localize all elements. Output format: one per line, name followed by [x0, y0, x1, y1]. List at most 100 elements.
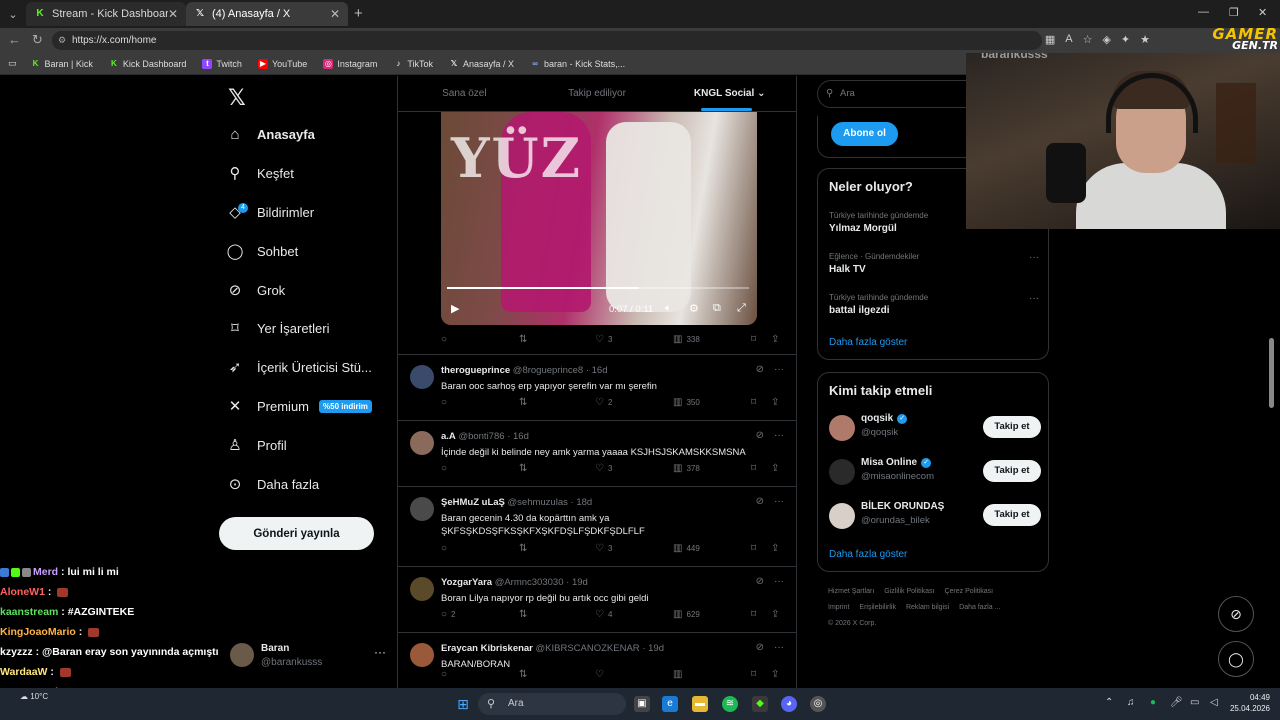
footer-link[interactable]: Reklam bilgisi [906, 604, 949, 611]
repost-button[interactable]: ⇅ [519, 609, 531, 620]
share-button[interactable]: ⇪ [771, 543, 783, 554]
like-button[interactable]: ♡ [595, 669, 608, 680]
apps-icon[interactable]: ▦ [1045, 33, 1055, 46]
footer-link[interactable]: Imprint [828, 604, 849, 611]
reply-button[interactable]: ○ 2 [441, 609, 456, 620]
views-button[interactable]: ▥ 449 [673, 543, 700, 554]
video-player[interactable]: YÜZ ▶ 0:07 / 0:11 🔈︎ ⚙ ⧉ ⤢ [441, 112, 757, 325]
bookmark-kick-dashboard[interactable]: K Kick Dashboard [109, 59, 186, 69]
volume-icon[interactable]: 🔈︎ [665, 302, 672, 315]
nav-notifications[interactable]: ◇ 4 Bildirimler [226, 198, 314, 226]
tweet-author-name[interactable]: Eraycan Kibriskenar [441, 643, 533, 654]
views-button[interactable]: ▥ 350 [673, 397, 700, 408]
avatar[interactable] [410, 497, 434, 521]
like-button[interactable]: ♡ 4 [595, 609, 612, 620]
footer-link[interactable]: © 2026 X Corp. [828, 620, 876, 627]
like-button[interactable]: ♡ 3 [595, 463, 612, 474]
tweet-author-name[interactable]: YozgarYara [441, 577, 492, 588]
views-button[interactable]: ▥ [673, 669, 686, 680]
grok-icon[interactable]: ⊘ [756, 576, 764, 587]
nav-grok[interactable]: ⊘ Grok [226, 276, 285, 304]
share-button[interactable]: ⇪ [771, 669, 783, 680]
more-dots-icon[interactable]: ··· [774, 496, 784, 507]
reply-button[interactable]: ○ [441, 334, 451, 345]
app-icon[interactable]: ◎ [810, 696, 826, 712]
avatar[interactable] [410, 431, 434, 455]
tweet-author-name[interactable]: therogueprince [441, 365, 510, 376]
follow-suggestion[interactable]: Misa Online ✓ @misaonlinecom Takip et [829, 455, 1041, 491]
more-dots-icon[interactable]: ··· [374, 645, 386, 659]
tab-knglsocial[interactable]: KNGL Social ⌄ [663, 76, 796, 111]
grok-float-button[interactable]: ⊘ [1218, 596, 1254, 632]
like-button[interactable]: ♡ 3 [595, 334, 612, 345]
bookmark-button[interactable]: ⌑ [751, 334, 760, 345]
reply-button[interactable]: ○ [441, 669, 451, 680]
tweet-author-handle[interactable]: @sehmuzulas [508, 497, 568, 508]
nav-premium[interactable]: ✕ Premium %50 indirim [226, 392, 372, 420]
settings-gear-icon[interactable]: ⚙ [689, 302, 699, 315]
more-dots-icon[interactable]: ··· [774, 430, 784, 441]
weather-widget[interactable]: ☁ 10°C [20, 692, 48, 702]
avatar[interactable] [829, 459, 855, 485]
tab-x-home[interactable]: 𝕏 (4) Anasayfa / X ✕ [186, 2, 348, 26]
like-button[interactable]: ♡ 2 [595, 397, 612, 408]
close-tab-icon[interactable]: ✕ [330, 7, 340, 21]
subscribe-button[interactable]: Abone ol [831, 122, 898, 146]
tweet[interactable]: YozgarYara @Armnc303030 · 19d ⊘ ··· Bora… [398, 566, 796, 632]
repost-button[interactable]: ⇅ [519, 669, 531, 680]
reply-button[interactable]: ○ [441, 463, 451, 474]
spotify-icon[interactable]: ≋ [722, 696, 738, 712]
tweet-author-name[interactable]: ŞeHMuZ uLaŞ [441, 497, 505, 508]
follow-button[interactable]: Takip et [983, 504, 1041, 526]
grok-icon[interactable]: ⊘ [756, 642, 764, 653]
avatar[interactable] [410, 365, 434, 389]
repost-button[interactable]: ⇅ [519, 334, 531, 345]
folder-icon[interactable]: ▬ [692, 696, 708, 712]
reply-button[interactable]: ○ [441, 543, 451, 554]
play-icon[interactable]: ▶ [451, 302, 459, 315]
more-dots-icon[interactable]: ··· [1029, 293, 1039, 304]
share-button[interactable]: ⇪ [771, 463, 783, 474]
tweet[interactable]: therogueprince @8rogueprince8 · 16d ⊘ ··… [398, 354, 796, 420]
task-view-icon[interactable]: ▣ [634, 696, 650, 712]
tweet[interactable]: Eraycan Kibriskenar @KIBRSCANOZKENAR · 1… [398, 632, 796, 688]
account-switcher[interactable]: Baran @barankusss ··· [230, 641, 390, 675]
read-aloud-icon[interactable]: A [1065, 33, 1072, 46]
grok-icon[interactable]: ⊘ [756, 364, 764, 375]
footer-link[interactable]: Daha fazla ... [959, 604, 1000, 611]
repost-button[interactable]: ⇅ [519, 397, 531, 408]
footer-link[interactable]: Hizmet Şartları [828, 588, 874, 595]
bookmark-button[interactable]: ⌑ [751, 669, 760, 680]
show-more-link[interactable]: Daha fazla göster [829, 549, 907, 560]
extension-icon[interactable]: ✦ [1121, 33, 1130, 46]
post-button[interactable]: Gönderi yayınla [219, 517, 374, 550]
follow-suggestion[interactable]: qoqsik ✓ @qoqsik Takip et [829, 411, 1041, 447]
edge-icon[interactable]: e [662, 696, 678, 712]
bookmark-tiktok[interactable]: ♪ TikTok [393, 59, 433, 69]
back-icon[interactable]: ← [8, 32, 21, 47]
share-button[interactable]: ⇪ [771, 397, 783, 408]
app-icon[interactable]: ◆ [752, 696, 768, 712]
favorites-icon[interactable]: ★ [1140, 33, 1150, 46]
avatar[interactable] [410, 643, 434, 667]
avatar[interactable] [410, 577, 434, 601]
footer-link[interactable]: Gizlilik Politikası [884, 588, 934, 595]
discord-icon[interactable]: ◕ [781, 696, 797, 712]
trend-item[interactable]: Türkiye tarihinde gündemde battal ilgezd… [829, 293, 1039, 316]
volume-icon[interactable]: ◁ [1210, 697, 1218, 708]
trend-item[interactable]: Eğlence · Gündemdekiler Halk TV ··· [829, 252, 1039, 275]
mic-icon[interactable]: 🎤︎ [1170, 697, 1183, 708]
tweet-age[interactable]: 16d [592, 365, 608, 376]
reload-icon[interactable]: ↻ [32, 32, 43, 48]
follow-button[interactable]: Takip et [983, 460, 1041, 482]
tab-for-you[interactable]: Sana özel [398, 76, 531, 111]
extensions-icon[interactable]: ◈ [1102, 33, 1110, 46]
more-dots-icon[interactable]: ··· [1029, 252, 1039, 263]
grok-icon[interactable]: ⊘ [756, 496, 764, 507]
minimize-button[interactable]: — [1198, 6, 1209, 18]
nav-home[interactable]: ⌂ Anasayfa [226, 120, 314, 148]
tab-kick-dashboard[interactable]: K Stream - Kick Dashboard ✕ [26, 2, 186, 26]
more-dots-icon[interactable]: ··· [774, 364, 784, 375]
close-tab-icon[interactable]: ✕ [168, 7, 178, 21]
tweet-age[interactable]: 19d [648, 643, 664, 654]
